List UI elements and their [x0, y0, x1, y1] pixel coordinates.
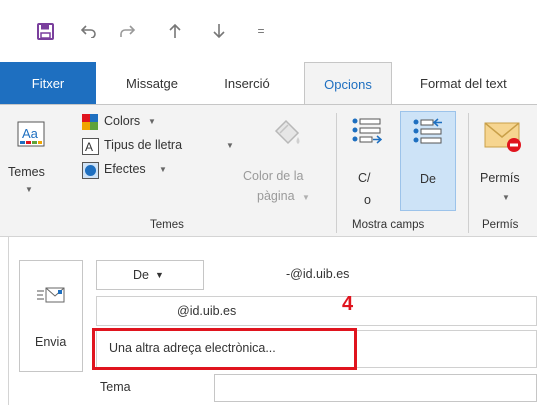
effects-button[interactable]: Efectes ▼: [80, 159, 190, 181]
customize-icon[interactable]: =: [252, 22, 270, 40]
send-button[interactable]: Envia: [19, 260, 83, 372]
tab-options[interactable]: Opcions: [304, 62, 392, 105]
from-field-icon: [413, 118, 443, 155]
show-from-button[interactable]: De: [400, 111, 456, 211]
ribbon: Aa Temes ▼ Colors ▼ A Tipus de lletra ▼ …: [0, 104, 537, 237]
from-button-label: De: [133, 268, 149, 282]
down-arrow-icon[interactable]: [210, 22, 228, 40]
group-label-themes: Temes: [150, 219, 184, 231]
fonts-button[interactable]: A Tipus de lletra ▼: [80, 135, 240, 157]
subject-label: Tema: [100, 380, 131, 394]
cc-label-1: C/: [358, 171, 371, 185]
fonts-label: Tipus de lletra: [104, 138, 183, 152]
page-color-button[interactable]: Color de la pàgina ▼: [240, 111, 332, 207]
group-separator: [336, 113, 337, 233]
undo-icon[interactable]: [80, 22, 98, 40]
show-cc-button[interactable]: C/ o: [344, 111, 392, 211]
redo-icon[interactable]: [118, 22, 136, 40]
quick-access-toolbar: =: [0, 0, 537, 62]
left-border: [8, 237, 9, 405]
group-separator: [468, 113, 469, 233]
from-button[interactable]: De ▼: [96, 260, 204, 290]
from-address: -@id.uib.es: [286, 267, 350, 281]
up-arrow-icon[interactable]: [166, 22, 184, 40]
cc-label-2: o: [364, 193, 371, 207]
cc-field-icon: [352, 117, 383, 154]
colors-label: Colors: [104, 114, 141, 128]
tab-insert[interactable]: Inserció: [214, 62, 280, 104]
fonts-icon: A: [82, 138, 99, 158]
colors-button[interactable]: Colors ▼: [80, 111, 190, 133]
themes-icon: Aa: [17, 121, 45, 150]
page-color-label-1: Color de la: [243, 169, 304, 183]
subject-input[interactable]: [214, 374, 537, 402]
chevron-down-icon: ▼: [302, 193, 310, 202]
chevron-down-icon: ▼: [502, 193, 510, 202]
dropdown-address: @id.uib.es: [177, 304, 237, 318]
chevron-down-icon: ▼: [155, 270, 164, 280]
permission-button[interactable]: Permís ▼: [476, 111, 537, 211]
annotation-number: 4: [342, 293, 354, 315]
effects-icon: [82, 162, 99, 182]
save-icon[interactable]: [36, 22, 54, 40]
send-icon: [37, 287, 65, 308]
themes-button[interactable]: Aa Temes ▼: [4, 111, 54, 194]
send-label: Envia: [35, 335, 67, 349]
chevron-down-icon: ▼: [25, 185, 33, 194]
group-label-show-fields: Mostra camps: [352, 219, 425, 231]
colors-icon: [82, 114, 98, 133]
paint-bucket-icon: [268, 117, 302, 154]
themes-label: Temes: [8, 165, 45, 179]
page-color-label-2: pàgina: [257, 189, 295, 203]
highlight-box: [92, 328, 357, 370]
svg-text:Aa: Aa: [22, 126, 39, 141]
tab-file[interactable]: Fitxer: [0, 62, 96, 104]
effects-label: Efectes: [104, 162, 146, 176]
ribbon-tabs: Fitxer Missatge Inserció Opcions Format …: [0, 62, 537, 105]
from-toggle-label: De: [420, 172, 436, 186]
envelope-restricted-icon: [484, 121, 524, 156]
group-label-permission: Permís: [482, 219, 519, 231]
svg-text:A: A: [85, 140, 93, 154]
chevron-down-icon: ▼: [226, 141, 234, 150]
tab-format-text[interactable]: Format del text: [420, 62, 537, 104]
permission-label: Permís: [480, 171, 520, 185]
chevron-down-icon: ▼: [159, 165, 167, 174]
chevron-down-icon: ▼: [148, 117, 156, 126]
tab-message[interactable]: Missatge: [113, 62, 191, 104]
from-dropdown-item-account[interactable]: @id.uib.es: [96, 296, 537, 326]
